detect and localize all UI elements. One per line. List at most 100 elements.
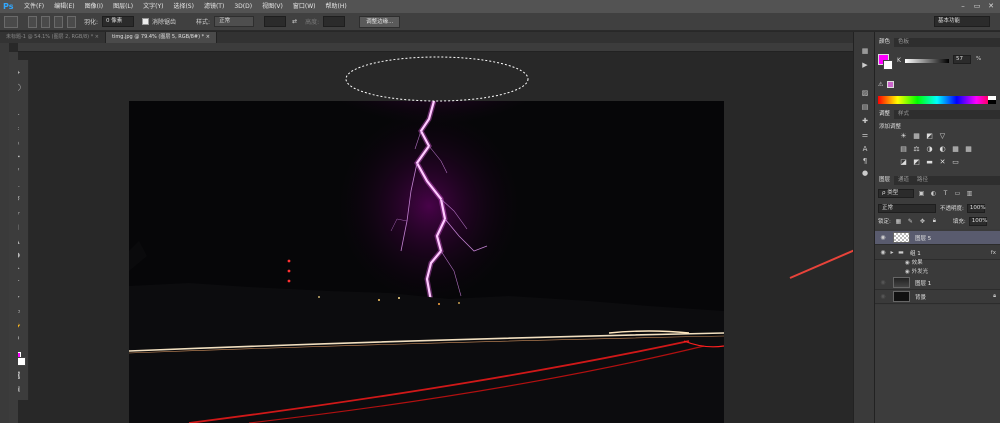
properties-icon[interactable]: ▤ (859, 102, 871, 112)
adjust-filter-icon[interactable]: ◐ (929, 190, 938, 197)
intersect-selection-icon[interactable] (67, 15, 76, 28)
menu-view[interactable]: 视图(V) (257, 0, 288, 13)
blend-mode-select[interactable]: 正常 (878, 203, 936, 213)
black-white-ramp[interactable] (988, 96, 996, 104)
menu-3d[interactable]: 3D(D) (229, 0, 257, 13)
layer-name[interactable]: 背景 (915, 293, 926, 301)
color-panel-tabs: 颜色 色板 (875, 38, 1000, 47)
menu-edit[interactable]: 编辑(E) (49, 0, 79, 13)
tab-paths[interactable]: 路径 (913, 176, 932, 185)
minimize-icon[interactable]: – (956, 0, 970, 13)
invert-icon[interactable]: ◪ (899, 158, 908, 167)
history-icon[interactable]: ▦ (859, 46, 871, 56)
swap-icon[interactable]: ⇄ (292, 18, 297, 25)
tab-adjustments[interactable]: 调整 (875, 110, 895, 119)
color-balance-icon[interactable]: ⚖ (912, 145, 921, 154)
actions-icon[interactable]: ▶ (859, 60, 871, 70)
opacity-input[interactable]: 100% (966, 203, 986, 213)
paragraph-icon[interactable]: ¶ (859, 156, 871, 166)
visibility-eye-off-icon[interactable]: ◉ (879, 293, 887, 300)
color-background-swatch[interactable] (883, 60, 893, 70)
brightness-icon[interactable]: ☀ (899, 132, 908, 141)
gradient-map-icon[interactable]: ▭ (951, 158, 960, 167)
layer-row-background[interactable]: ◉ 背景 🔒︎ (875, 290, 1000, 304)
gamut-swatch[interactable] (887, 81, 894, 88)
document-canvas[interactable] (129, 101, 724, 423)
levels-icon[interactable]: ▦ (912, 132, 921, 141)
k-channel-input[interactable]: 57 (953, 55, 971, 64)
style-select[interactable]: 正常 (214, 16, 255, 27)
tab-layers[interactable]: 图层 (875, 176, 895, 185)
new-selection-icon[interactable] (28, 15, 37, 28)
menu-file[interactable]: 文件(F) (19, 0, 49, 13)
threshold-icon[interactable]: ▬ (925, 158, 934, 167)
maximize-icon[interactable]: ▭ (970, 0, 984, 13)
color-lookup-icon[interactable]: ▦ (964, 145, 973, 154)
clone-source-icon[interactable]: ✚ (859, 116, 871, 126)
fx-icon[interactable]: fx (991, 250, 996, 256)
expand-arrow-icon[interactable]: ▸ (888, 249, 896, 256)
menu-select[interactable]: 选择(S) (168, 0, 199, 13)
layer-name[interactable]: 图层 5 (915, 234, 931, 242)
visibility-eye-icon[interactable]: ◉ (879, 249, 887, 256)
tab-swatches[interactable]: 色板 (894, 38, 913, 47)
layer-name[interactable]: 组 1 (910, 249, 921, 257)
posterize-icon[interactable]: ◩ (912, 158, 921, 167)
antialias-checkbox[interactable] (142, 18, 150, 25)
brush-presets-icon[interactable]: ▨ (859, 88, 871, 98)
pixel-filter-icon[interactable]: ▣ (917, 190, 926, 197)
visibility-eye-off-icon[interactable]: ◉ (879, 279, 887, 286)
k-channel-slider[interactable] (905, 59, 949, 63)
k-channel-label: K (897, 57, 901, 64)
layer-row-group1[interactable]: ◉ ▸ ▬ 组 1 fx (875, 246, 1000, 260)
width-input[interactable] (264, 16, 287, 27)
menu-help[interactable]: 帮助(H) (321, 0, 352, 13)
lock-position-icon[interactable]: ✥ (918, 218, 927, 225)
visibility-eye-icon[interactable]: ◉ (879, 234, 887, 241)
tab-styles[interactable]: 样式 (894, 110, 913, 119)
character-icon[interactable]: A (859, 144, 871, 154)
lock-transparency-icon[interactable]: ▦ (894, 218, 903, 225)
menu-image[interactable]: 图像(I) (80, 0, 108, 13)
smart-filter-icon[interactable]: ▥ (965, 190, 974, 197)
effects-row[interactable]: ◉ 效果 (905, 259, 923, 268)
background-color-swatch[interactable] (17, 357, 26, 366)
menu-filter[interactable]: 滤镜(T) (199, 0, 229, 13)
glyph-icon[interactable]: ● (859, 168, 871, 178)
lock-pixels-icon[interactable]: ✎ (906, 218, 915, 225)
elliptical-marquee-icon[interactable] (4, 15, 18, 28)
shape-filter-icon[interactable]: ▭ (953, 190, 962, 197)
curves-icon[interactable]: ◩ (925, 132, 934, 141)
layer-filter-select[interactable]: ρ 类型 (878, 188, 914, 198)
lock-icon: 🔒︎ (993, 293, 996, 299)
close-icon[interactable]: ✕ (984, 0, 998, 13)
selective-color-icon[interactable]: ✕ (938, 158, 947, 167)
tab-channels[interactable]: 通道 (894, 176, 913, 185)
layer-name[interactable]: 图层 1 (915, 279, 931, 287)
type-filter-icon[interactable]: T (941, 190, 950, 197)
fill-input[interactable]: 100% (968, 216, 987, 226)
refine-edge-button[interactable]: 调整边缘... (359, 15, 401, 28)
color-spectrum[interactable] (878, 96, 996, 104)
add-selection-icon[interactable] (41, 15, 50, 28)
feather-input[interactable]: 0 像素 (102, 16, 135, 27)
lock-all-icon[interactable]: 🔒︎ (930, 217, 939, 225)
channel-mixer-icon[interactable]: ▦ (951, 145, 960, 154)
height-input[interactable] (323, 16, 346, 27)
sliders-icon[interactable]: ⚌ (859, 130, 871, 140)
layer-row-5[interactable]: ◉ 图层 5 (875, 231, 1000, 245)
tab-untitled[interactable]: 未标题-1 @ 54.1% (图层 2, RGB/8) * × (0, 32, 107, 43)
menu-window[interactable]: 窗口(W) (288, 0, 321, 13)
black-white-icon[interactable]: ◑ (925, 145, 934, 154)
layer-row-1[interactable]: ◉ 图层 1 (875, 276, 1000, 290)
exposure-icon[interactable]: ▽ (938, 132, 947, 141)
tab-timg[interactable]: timg.jpg @ 79.4% (图层 5, RGB/8#) * × (106, 32, 217, 43)
workspace-select[interactable]: 基本功能 (934, 16, 990, 27)
photo-filter-icon[interactable]: ◐ (938, 145, 947, 154)
tab-color[interactable]: 颜色 (875, 38, 895, 47)
vibrance-icon[interactable]: ▤ (899, 145, 908, 154)
menu-type[interactable]: 文字(Y) (138, 0, 168, 13)
menu-layer[interactable]: 图层(L) (108, 0, 138, 13)
subtract-selection-icon[interactable] (54, 15, 63, 28)
toolbar-edge (0, 43, 9, 423)
